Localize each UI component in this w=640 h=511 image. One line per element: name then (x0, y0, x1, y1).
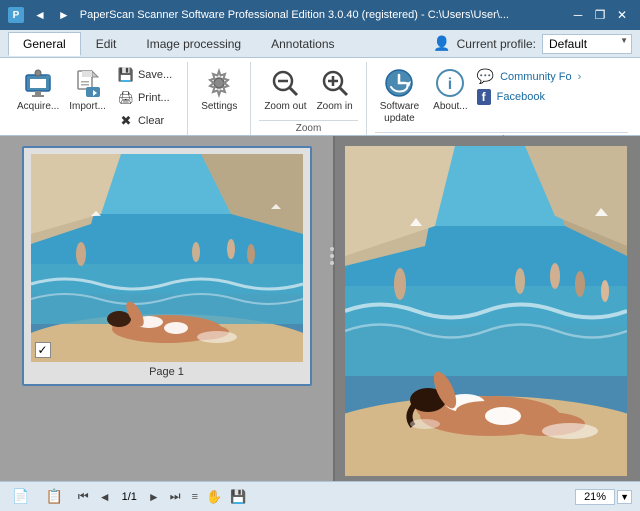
ribbon-group-info: Software update i About... 💬 Community F… (367, 62, 636, 135)
tab-general[interactable]: General (8, 32, 81, 56)
ribbon-group-zoom: Zoom out Zoom in Zoom (251, 62, 366, 135)
save-icon: 💾 (118, 67, 134, 83)
zoom-out-label: Zoom out (264, 101, 306, 113)
zoom-out-icon (269, 67, 301, 99)
facebook-icon: f (477, 89, 491, 105)
zoom-in-button[interactable]: Zoom in (312, 64, 358, 116)
nav-forward-button[interactable]: ► (54, 6, 74, 24)
print-button[interactable]: 🖨 Print... (111, 87, 179, 109)
tab-annotations[interactable]: Annotations (256, 32, 349, 55)
content-small-buttons: 💾 Save... 🖨 Print... ✖ Clear (111, 64, 179, 132)
acquire-button[interactable]: Acquire... (12, 64, 64, 116)
title-bar: P ◄ ► PaperScan Scanner Software Profess… (0, 0, 640, 30)
info-links: 💬 Community Fo › f Facebook (477, 64, 582, 105)
close-button[interactable]: ✕ (612, 5, 632, 25)
ribbon-group-settings: Settings x (188, 62, 251, 135)
nav-back-button[interactable]: ◄ (30, 6, 50, 24)
about-label: About... (433, 101, 467, 113)
save-label: Save... (138, 69, 172, 81)
ribbon-tabs-bar: General Edit Image processing Annotation… (0, 30, 640, 58)
new-doc-button[interactable]: 📄 (8, 486, 33, 507)
print-label: Print... (138, 92, 170, 104)
community-link[interactable]: 💬 Community Fo › (477, 68, 582, 85)
zoom-in-label: Zoom in (317, 101, 353, 113)
window-title: PaperScan Scanner Software Professional … (80, 9, 509, 21)
app-icon: P (8, 7, 24, 23)
drag-dot (330, 261, 334, 265)
ribbon: Acquire... Import... 💾 Save... (0, 58, 640, 136)
zoom-out-button[interactable]: Zoom out (259, 64, 311, 116)
last-page-button[interactable]: ⏭ (167, 488, 184, 505)
community-icon: 💬 (477, 68, 494, 85)
settings-label: Settings (201, 101, 237, 113)
facebook-label: Facebook (497, 91, 545, 103)
prev-page-button[interactable]: ◄ (96, 489, 114, 505)
acquire-label: Acquire... (17, 101, 59, 113)
software-update-label: Software update (380, 101, 419, 125)
settings-icon (203, 67, 235, 99)
main-area: ✓ Page 1 (0, 136, 640, 481)
minimize-button[interactable]: ─ (568, 5, 588, 25)
tab-image-processing[interactable]: Image processing (131, 32, 256, 55)
acquire-icon (22, 67, 54, 99)
zoom-value-display: 21% (575, 489, 615, 505)
about-button[interactable]: i About... (428, 64, 472, 116)
ribbon-group-content: Acquire... Import... 💾 Save... (4, 62, 188, 135)
clear-icon: ✖ (118, 113, 134, 129)
about-icon: i (434, 67, 466, 99)
zoom-group-label: Zoom (259, 120, 357, 137)
first-page-button[interactable]: ⏮ (75, 488, 92, 505)
preview-image (345, 146, 627, 476)
profile-icon: 👤 (433, 35, 450, 52)
import-button[interactable]: Import... (64, 64, 111, 116)
page-checkbox[interactable]: ✓ (35, 342, 51, 358)
tab-edit[interactable]: Edit (81, 32, 132, 55)
save-status-button[interactable]: 💾 (230, 489, 246, 505)
add-page-button[interactable]: 📋 (41, 486, 66, 507)
zoom-in-icon (319, 67, 351, 99)
drag-dot (330, 247, 334, 251)
panel-drag-handle[interactable] (330, 247, 334, 265)
zoom-dropdown-button[interactable]: ▼ (617, 490, 632, 504)
import-label: Import... (69, 101, 106, 113)
hand-tool-button[interactable]: ✋ (206, 489, 222, 505)
status-bar: 📄 📋 ⏮ ◄ 1/1 ► ⏭ ≡ ✋ 💾 21% ▼ (0, 481, 640, 511)
community-label: Community Fo (500, 71, 572, 83)
page-counter: 1/1 (118, 491, 141, 503)
thumbnail-panel[interactable]: ✓ Page 1 (0, 136, 335, 481)
facebook-link[interactable]: f Facebook (477, 89, 582, 105)
software-update-icon (383, 67, 415, 99)
profile-label: Current profile: (457, 37, 536, 51)
community-arrow-icon: › (578, 71, 582, 83)
page-count-icon: ≡ (192, 491, 198, 503)
restore-button[interactable]: ❐ (590, 5, 610, 25)
thumbnail-item[interactable]: ✓ Page 1 (22, 146, 312, 386)
preview-panel (335, 136, 640, 481)
page-navigation: ⏮ ◄ 1/1 ► ⏭ (75, 488, 184, 505)
settings-button[interactable]: Settings (196, 64, 242, 116)
thumbnail-image: ✓ (31, 154, 303, 362)
page-label: Page 1 (149, 366, 184, 378)
svg-text:i: i (448, 76, 452, 93)
software-update-button[interactable]: Software update (375, 64, 424, 128)
profile-select[interactable]: Default (542, 34, 632, 54)
next-page-button[interactable]: ► (145, 489, 163, 505)
clear-button[interactable]: ✖ Clear (111, 110, 179, 132)
import-icon (72, 67, 104, 99)
print-icon: 🖨 (118, 90, 134, 106)
drag-dot (330, 254, 334, 258)
save-button[interactable]: 💾 Save... (111, 64, 179, 86)
clear-label: Clear (138, 115, 164, 127)
zoom-controls: 21% ▼ (575, 489, 632, 505)
